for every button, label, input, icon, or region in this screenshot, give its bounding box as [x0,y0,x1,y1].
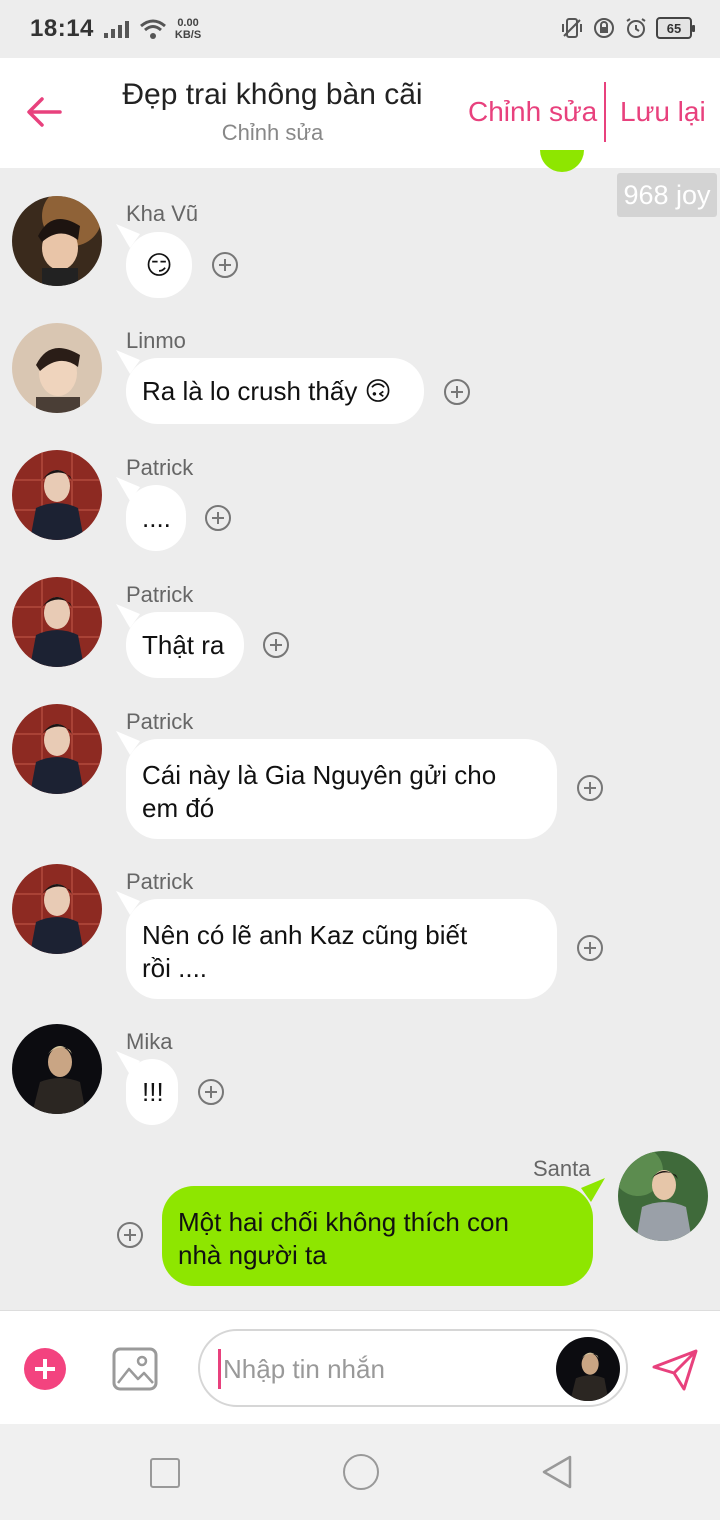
send-icon[interactable] [650,1347,700,1393]
add-reaction-icon[interactable] [577,775,603,801]
lock-rotation-icon [594,18,614,38]
back-arrow-icon [27,97,62,127]
message-text-line: rồi .... [142,953,208,983]
message-text: Thật ra [142,629,225,660]
message-text: .... [142,502,171,533]
bubble-tail [116,1051,140,1075]
message-text-line: Nên có lẽ anh Kaz cũng biết [142,920,468,950]
back-button[interactable] [22,90,66,134]
wifi-icon [139,19,166,39]
avatar[interactable] [618,1151,708,1241]
add-reaction-icon[interactable] [117,1222,143,1248]
edit-button[interactable]: Chỉnh sửa [468,96,597,128]
bubble-tail [116,604,140,628]
message-text: Ra là lo crush thấy 🙃 [142,375,392,406]
avatar[interactable] [12,323,102,413]
header-divider [604,82,606,142]
save-button[interactable]: Lưu lại [620,96,706,128]
avatar[interactable] [12,577,102,667]
add-reaction-icon[interactable] [444,379,470,405]
status-time: 18:14 [30,15,94,42]
avatar[interactable] [12,864,102,954]
previous-message-edge [540,150,584,172]
avatar[interactable] [12,1024,102,1114]
avatar[interactable] [12,704,102,794]
message-bubble[interactable]: 😏 [116,224,192,298]
message-text-line: em đó [142,793,215,823]
net-speed-unit: KB/S [174,29,202,41]
chat-title: Đẹp trai không bàn cãi [122,78,423,111]
image-icon[interactable] [112,1347,158,1391]
message-text: !!! [142,1076,164,1107]
signal-icon [103,20,129,38]
system-nav-bar [0,1424,720,1520]
message-bubble[interactable]: .... [116,477,186,551]
avatar[interactable] [12,196,102,286]
joy-badge: 968 joy [617,173,717,217]
bubble-tail [116,731,140,755]
message-input[interactable] [218,1349,548,1389]
plus-icon[interactable] [24,1348,66,1390]
add-reaction-icon[interactable] [205,505,231,531]
message-bubble[interactable]: Cái này là Gia Nguyên gửi cho em đó [116,731,557,839]
title-block: Đẹp trai không bàn cãi Chỉnh sửa [100,78,445,146]
add-reaction-icon[interactable] [198,1079,224,1105]
battery-icon: 65 [656,17,695,39]
message-text-line: nhà người ta [178,1240,327,1270]
composer-bar [0,1310,720,1424]
status-bar: 18:14 0.00 KB/S 65 [0,0,720,58]
message-text-line: Một hai chối không thích con [178,1207,509,1237]
message-bubble[interactable]: Ra là lo crush thấy 🙃 [116,350,424,424]
add-reaction-icon[interactable] [263,632,289,658]
chat-subtitle: Chỉnh sửa [221,120,324,145]
message-text-line: Cái này là Gia Nguyên gửi cho [142,760,497,790]
network-speed: 0.00 KB/S [175,17,201,41]
add-reaction-icon[interactable] [577,935,603,961]
alarm-icon [626,18,646,38]
message-bubble[interactable]: Nên có lẽ anh Kaz cũng biết rồi .... [116,891,557,999]
message-text: 😏 [145,249,173,280]
recents-icon[interactable] [150,1458,180,1488]
nav-back-icon[interactable] [540,1454,574,1490]
message-bubble[interactable]: Thật ra [116,604,244,678]
message-bubble[interactable]: !!! [116,1051,178,1125]
chat-header: Đẹp trai không bàn cãi Chỉnh sửa Chỉnh s… [0,58,720,168]
own-message-bubble[interactable]: Một hai chối không thích con nhà người t… [162,1178,605,1286]
avatar[interactable] [12,450,102,540]
bubble-tail [581,1178,605,1202]
vibrate-icon [562,18,582,38]
avatar[interactable] [556,1337,620,1401]
message-input-wrapper [198,1329,628,1407]
home-icon[interactable] [343,1454,379,1490]
bubble-tail [116,891,140,915]
bubble-tail [116,224,140,248]
bubble-tail [116,350,140,374]
add-reaction-icon[interactable] [212,252,238,278]
net-speed-value: 0.00 [177,17,199,29]
bubble-tail [116,477,140,501]
